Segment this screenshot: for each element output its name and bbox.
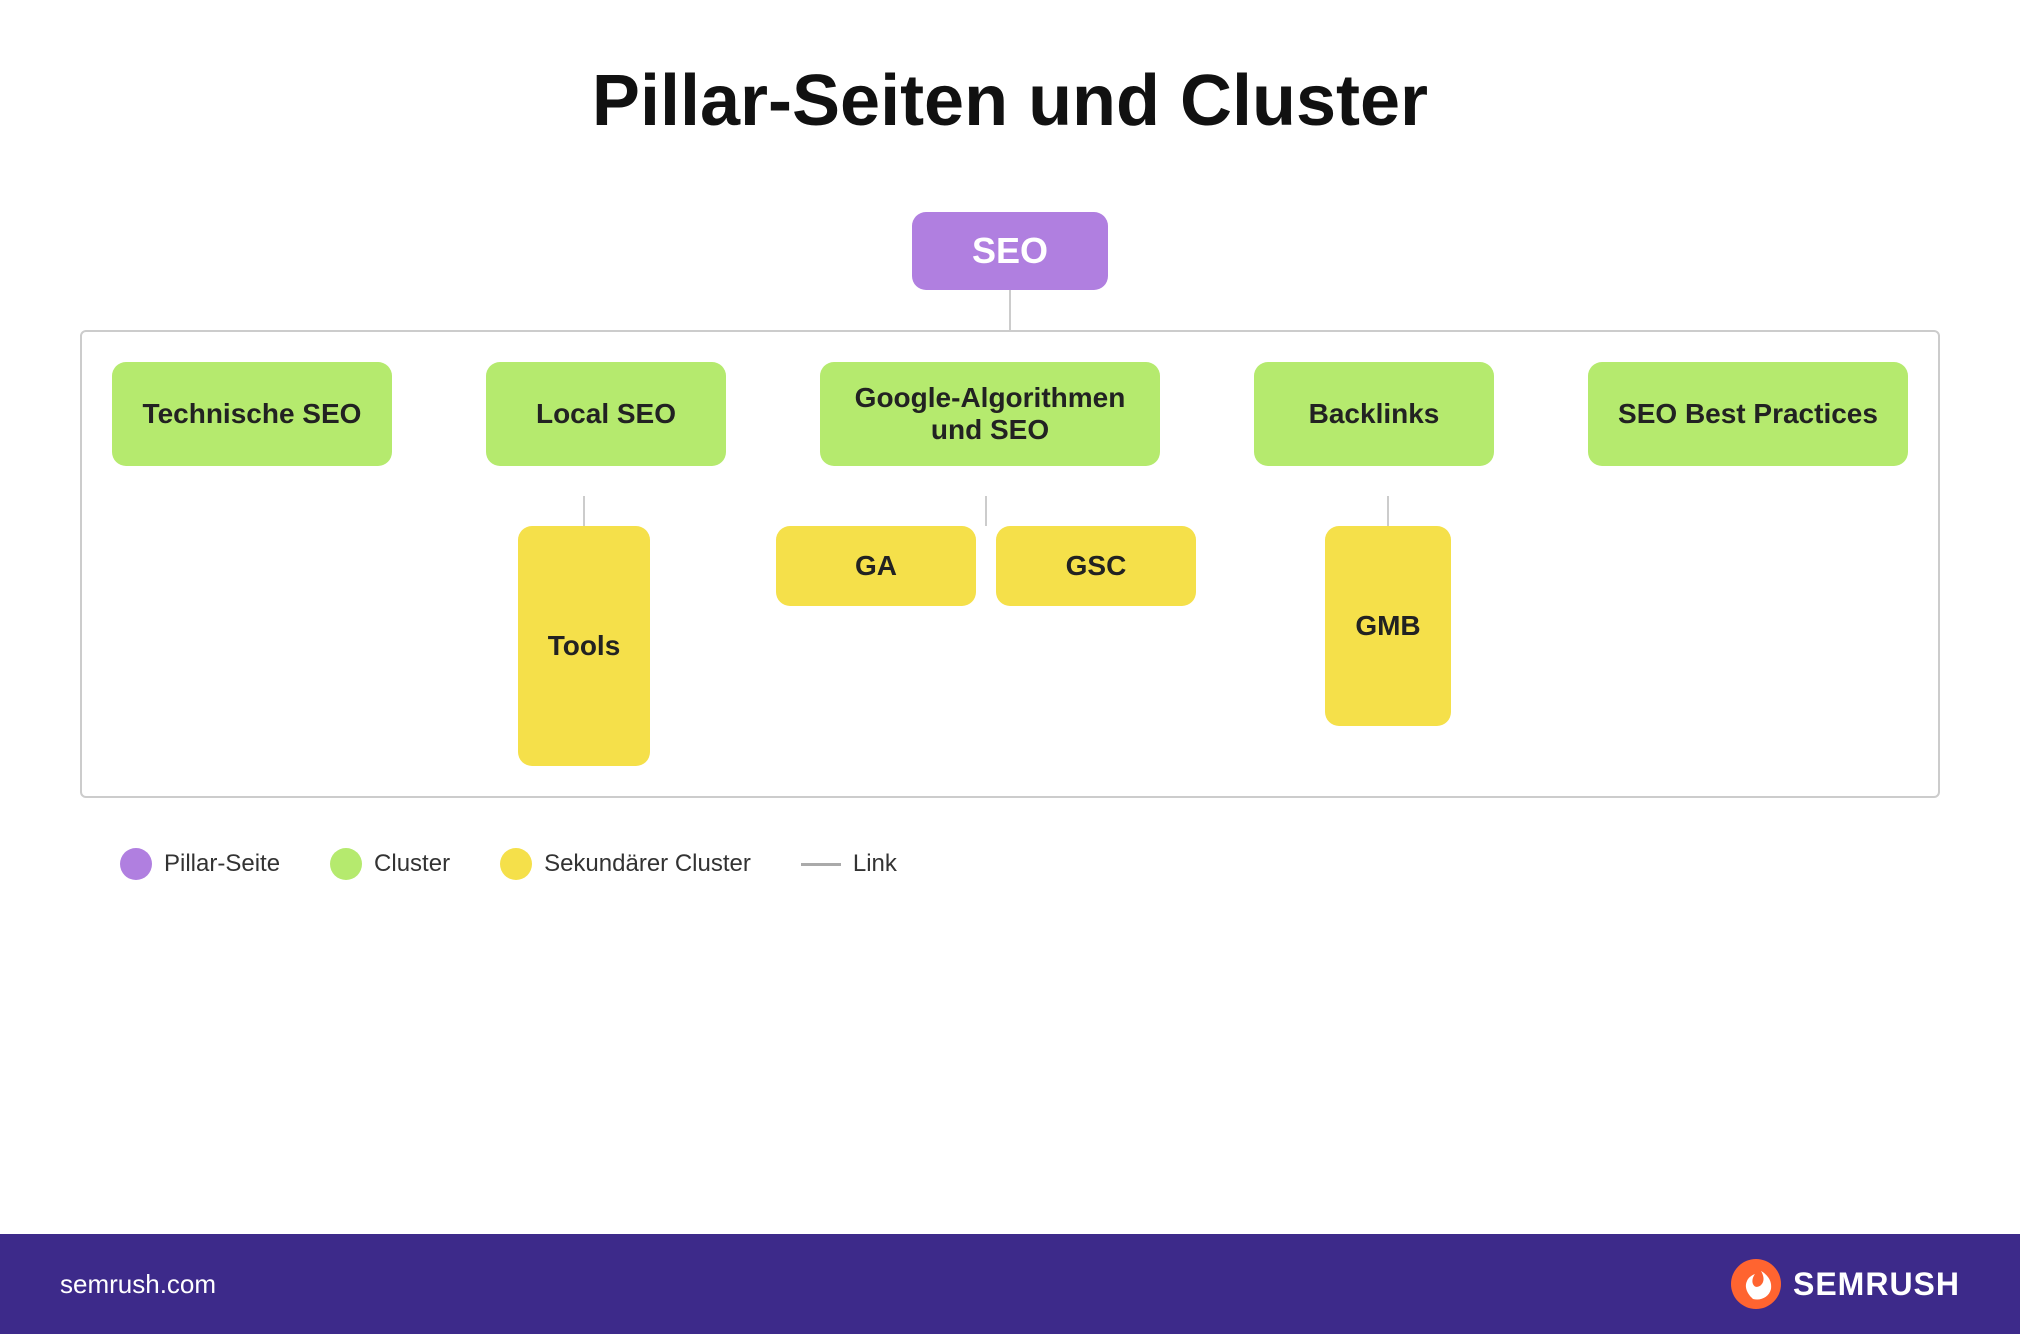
legend-dot-secondary (500, 848, 532, 880)
level2-row: Tools GA GSC (112, 496, 1908, 766)
semrush-icon (1731, 1259, 1781, 1309)
local-seo-column: Tools (464, 496, 704, 766)
root-connector (1009, 290, 1011, 330)
legend-sekundaerer-cluster: Sekundärer Cluster (500, 848, 751, 880)
level1-row: Technische SEO Local SEO Google-Algorith… (112, 362, 1908, 466)
legend-dot-cluster (330, 848, 362, 880)
legend: Pillar-Seite Cluster Sekundärer Cluster … (120, 848, 897, 880)
footer-brand: SEMRUSH (1793, 1266, 1960, 1303)
legend-link: Link (801, 850, 897, 878)
node-technische-seo: Technische SEO (112, 362, 392, 466)
backlinks-connector-v (1387, 496, 1389, 526)
legend-cluster: Cluster (330, 848, 450, 880)
google-column: GA GSC (776, 496, 1196, 766)
diagram-container: SEO Technische SEO Local SEO Google-Algo… (80, 212, 1940, 880)
node-gmb: GMB (1325, 526, 1450, 726)
google-children: GA GSC (776, 526, 1196, 606)
main-content: Pillar-Seiten und Cluster SEO Technische… (0, 0, 2020, 1234)
cluster-box: Technische SEO Local SEO Google-Algorith… (80, 330, 1940, 798)
spacer-technische (112, 496, 392, 766)
node-tools: Tools (518, 526, 651, 766)
node-ga: GA (776, 526, 976, 606)
legend-dot-pillar (120, 848, 152, 880)
node-backlinks: Backlinks (1254, 362, 1494, 466)
footer: semrush.com SEMRUSH (0, 1234, 2020, 1334)
node-google-algorithmen: Google-Algorithmen und SEO (820, 362, 1160, 466)
footer-url: semrush.com (60, 1269, 216, 1300)
google-connector-v (985, 496, 987, 526)
root-node: SEO (912, 212, 1108, 290)
page-title: Pillar-Seiten und Cluster (592, 60, 1428, 142)
backlinks-column: GMB (1268, 496, 1508, 766)
legend-pillar-seite: Pillar-Seite (120, 848, 280, 880)
node-gsc: GSC (996, 526, 1196, 606)
local-connector-v (583, 496, 585, 526)
footer-logo: SEMRUSH (1731, 1259, 1960, 1309)
legend-line-icon (801, 863, 841, 866)
node-local-seo: Local SEO (486, 362, 726, 466)
node-seo-best-practices: SEO Best Practices (1588, 362, 1908, 466)
